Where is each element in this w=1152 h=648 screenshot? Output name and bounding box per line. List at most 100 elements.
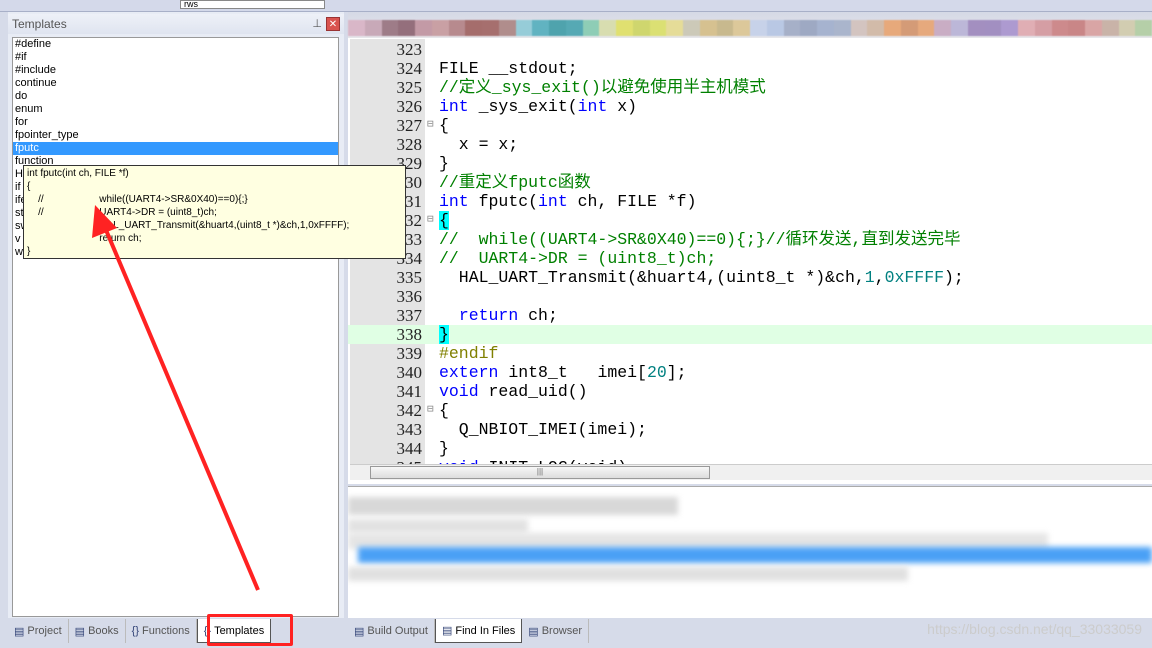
line-number: 340 — [396, 363, 423, 382]
code-token: fputc( — [468, 192, 539, 211]
fold-line — [427, 135, 437, 154]
fold-toggle-icon[interactable]: ⊟ — [427, 401, 437, 420]
code-line[interactable]: 334// UART4->DR = (uint8_t)ch; — [348, 249, 1152, 268]
code-line[interactable]: 332 ⊟{ — [348, 211, 1152, 230]
code-text: //重定义fputc函数 — [439, 173, 591, 192]
toolbar: rws — [0, 0, 1152, 12]
fold-line — [427, 363, 437, 382]
template-item[interactable]: for — [13, 116, 338, 129]
tab-find-in-files[interactable]: ▤ Find In Files — [434, 619, 523, 643]
fold-line — [427, 59, 437, 78]
annotation-highlight-box — [207, 614, 293, 646]
template-item[interactable]: enum — [13, 103, 338, 116]
code-line[interactable]: 333// while((UART4->SR&0X40)==0){;}//循环发… — [348, 230, 1152, 249]
code-line[interactable]: 337 return ch; — [348, 306, 1152, 325]
code-token: { — [439, 211, 449, 230]
line-number: 343 — [396, 420, 423, 439]
code-line[interactable]: 341 void read_uid() — [348, 382, 1152, 401]
tooltip-line: int fputc(int ch, FILE *f) — [27, 168, 129, 179]
code-area[interactable]: 323 324 FILE __stdout; 325 //定义_sys_exit()以避… — [348, 39, 1152, 464]
line-number: 342 — [396, 401, 423, 420]
code-line[interactable]: 335 HAL_UART_Transmit(&huart4,(uint8_t *… — [348, 268, 1152, 287]
code-text: } — [439, 439, 449, 458]
fold-toggle-icon[interactable]: ⊟ — [427, 116, 437, 135]
line-number: 324 — [396, 59, 423, 78]
code-line[interactable]: 323 — [348, 40, 1152, 59]
code-token: // while((UART4->SR&0X40)==0){;}//循环发送,直… — [439, 230, 961, 249]
code-token: 20 — [646, 363, 667, 382]
template-item[interactable]: #if — [13, 51, 338, 64]
tab-functions[interactable]: {} Functions — [126, 619, 197, 643]
close-icon[interactable]: ✕ — [326, 17, 340, 31]
tooltip-line: // UART4->DR = (uint8_t)ch; — [27, 207, 217, 218]
fold-line — [427, 97, 437, 116]
templates-panel: Templates ⊥ ✕ #define #if #include continue d… — [8, 12, 344, 618]
watermark: https://blog.csdn.net/qq_33033059 — [927, 621, 1142, 637]
template-item[interactable]: do — [13, 90, 338, 103]
code-line[interactable]: 339 #endif — [348, 344, 1152, 363]
scroll-thumb[interactable]: ||| — [370, 466, 710, 479]
code-line[interactable]: 331 int fputc(int ch, FILE *f) — [348, 192, 1152, 211]
fold-line — [427, 344, 437, 363]
code-text: x = x; — [439, 135, 518, 154]
tab-books[interactable]: ▤ Books — [69, 619, 126, 643]
line-number: 328 — [396, 135, 423, 154]
code-token: int8_t imei[ — [498, 363, 647, 382]
code-line[interactable]: 343 Q_NBIOT_IMEI(imei); — [348, 420, 1152, 439]
code-token: } — [439, 325, 449, 344]
horizontal-scrollbar[interactable]: ||| — [350, 464, 1152, 480]
panel-title: Templates — [12, 17, 67, 31]
code-text: { — [439, 211, 449, 230]
fold-toggle-icon[interactable]: ⊟ — [427, 211, 437, 230]
tab-label: Books — [88, 625, 119, 637]
template-item[interactable]: fpointer_type — [13, 129, 338, 142]
tab-label: Find In Files — [455, 624, 516, 637]
code-line[interactable]: 344} — [348, 439, 1152, 458]
find-in-files-icon: ▤ — [441, 625, 453, 637]
fold-line — [427, 306, 437, 325]
code-token: return — [458, 306, 519, 325]
code-line[interactable]: 338} — [348, 325, 1152, 344]
code-text: int _sys_exit(int x) — [439, 97, 637, 116]
template-item[interactable]: #include — [13, 64, 338, 77]
line-number: 336 — [396, 287, 423, 306]
tooltip-line: // while((UART4->SR&0X40)==0){;} — [27, 194, 248, 205]
code-token: 0xFFFF — [884, 268, 945, 287]
template-item[interactable]: continue — [13, 77, 338, 90]
tab-browser[interactable]: ▤ Browser — [522, 619, 590, 643]
target-combo[interactable]: rws — [180, 0, 325, 9]
code-text: //定义_sys_exit()以避免使用半主机模式 — [439, 78, 766, 97]
template-item[interactable]: #define — [13, 38, 338, 51]
code-token: // UART4->DR = (uint8_t)ch; — [439, 249, 717, 268]
line-number: 337 — [396, 306, 423, 325]
tab-build-output[interactable]: ▤ Build Output — [348, 619, 435, 643]
code-line[interactable]: 328 x = x; — [348, 135, 1152, 154]
line-number: 344 — [396, 439, 423, 458]
code-token: ch; — [518, 306, 558, 325]
pin-icon[interactable]: ⊥ — [312, 17, 322, 30]
fold-line — [427, 78, 437, 97]
fold-line — [427, 268, 437, 287]
code-line[interactable]: 324 FILE __stdout; — [348, 59, 1152, 78]
line-number: 341 — [396, 382, 423, 401]
code-text: } — [439, 154, 449, 173]
code-token: read_uid() — [478, 382, 588, 401]
code-token: extern — [439, 363, 499, 382]
tooltip-line: } — [27, 246, 31, 257]
code-line[interactable]: 326 int _sys_exit(int x) — [348, 97, 1152, 116]
tab-project[interactable]: ▤ Project — [8, 619, 69, 643]
code-line[interactable]: 330//重定义fputc函数 — [348, 173, 1152, 192]
code-line[interactable]: 329} — [348, 154, 1152, 173]
code-line[interactable]: 327 ⊟{ — [348, 116, 1152, 135]
blurred-tab-strip — [348, 20, 1152, 36]
code-line[interactable]: 325 //定义_sys_exit()以避免使用半主机模式 — [348, 78, 1152, 97]
fold-line — [427, 325, 437, 344]
code-line[interactable]: 340 extern int8_t imei[20]; — [348, 363, 1152, 382]
output-panel-tabs: ▤ Build Output ▤ Find In Files ▤ Browser — [348, 619, 590, 643]
code-line[interactable]: 336 — [348, 287, 1152, 306]
template-item[interactable]: fputc — [13, 142, 338, 155]
code-editor[interactable]: 323 324 FILE __stdout; 325 //定义_sys_exit()以避… — [348, 12, 1152, 484]
code-line[interactable]: 342 ⊟{ — [348, 401, 1152, 420]
fold-line — [427, 439, 437, 458]
